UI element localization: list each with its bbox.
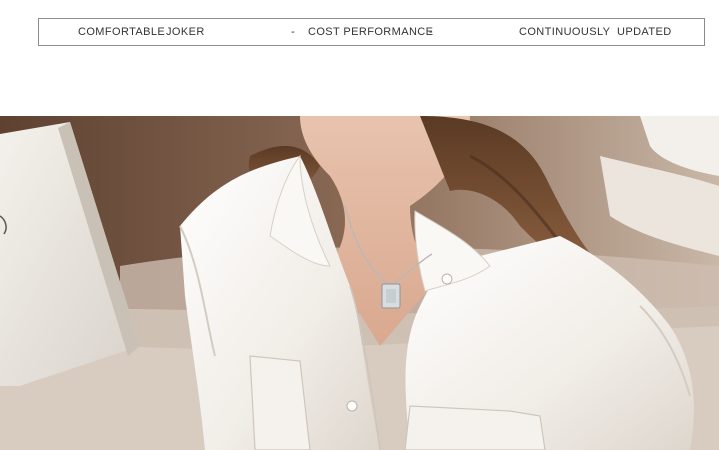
tagline-banner: COMFORTABLE JOKER - COST PERFORMANCE - C… [38,18,705,46]
tagline-updated: UPDATED [617,26,672,38]
tagline-separator: - [291,26,296,38]
product-photo [0,116,719,450]
product-photo-illustration [0,116,719,450]
tagline-separator: - [429,26,434,38]
tagline-cost-performance: COST PERFORMANCE [308,26,434,38]
tagline-continuously: CONTINUOUSLY [519,26,611,38]
tagline-comfortable: COMFORTABLE [78,26,166,38]
tagline-joker: JOKER [166,26,205,38]
